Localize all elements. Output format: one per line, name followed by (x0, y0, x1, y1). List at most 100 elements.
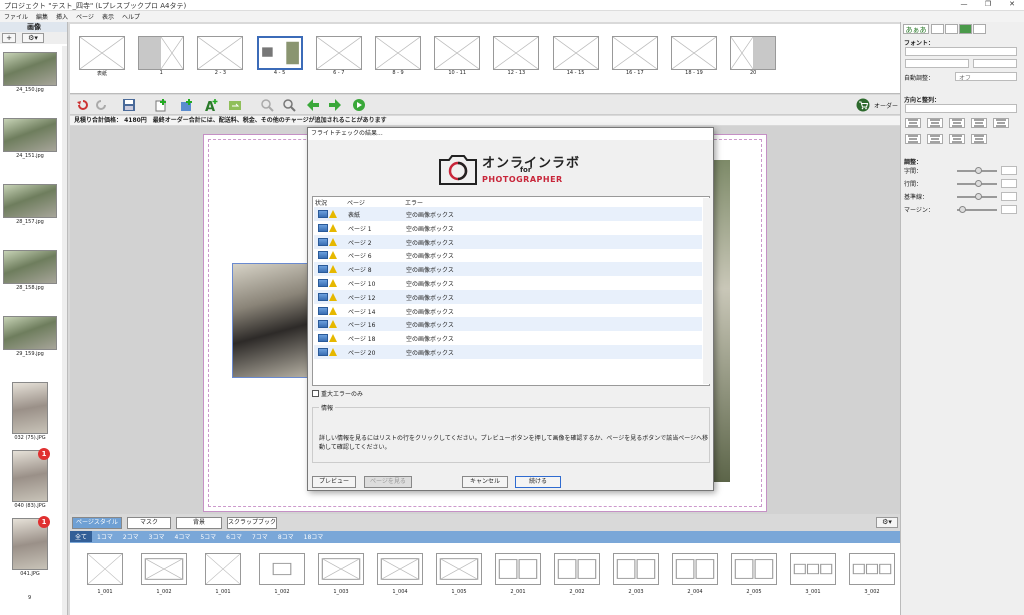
cancel-button[interactable]: キャンセル (462, 476, 508, 488)
frame-tab-1[interactable]: 1コマ (92, 531, 118, 542)
page-thumb-6[interactable] (434, 36, 481, 70)
layout-thumb-3[interactable] (259, 553, 305, 585)
page-thumb-1[interactable] (138, 36, 185, 70)
add-image-box-icon[interactable] (180, 98, 194, 112)
page-thumb-4[interactable] (315, 36, 362, 70)
page-thumb-0[interactable] (79, 36, 125, 70)
align-button-1-2[interactable] (949, 134, 965, 144)
align-button-1-1[interactable] (927, 134, 943, 144)
page-thumb-10[interactable] (671, 36, 717, 70)
error-row[interactable]: ページ 18 空の画像ボックス (314, 331, 702, 345)
cart-icon[interactable] (856, 98, 870, 112)
image-edit-icon[interactable] (945, 24, 958, 34)
style-tab-1[interactable]: マスク (127, 517, 171, 529)
add-page-icon[interactable] (154, 98, 168, 112)
frame-tab-8[interactable]: 8コマ (273, 531, 299, 542)
close-icon[interactable]: ✕ (1000, 0, 1024, 11)
col-page[interactable]: ページ (347, 198, 365, 207)
image-list-scrollbar[interactable] (62, 46, 67, 615)
error-row[interactable]: ページ 1 空の画像ボックス (314, 221, 702, 235)
menu-item-3[interactable]: ページ (72, 11, 98, 22)
layout-thumb-9[interactable] (613, 553, 659, 585)
frame-tab-0[interactable]: 全て (70, 531, 93, 542)
continue-button[interactable]: 続ける (515, 476, 561, 488)
page-thumb-9[interactable] (611, 36, 658, 70)
error-row[interactable]: 表紙 空の画像ボックス (314, 207, 702, 221)
error-row[interactable]: ページ 10 空の画像ボックス (314, 276, 702, 290)
layout-thumb-7[interactable] (495, 553, 541, 585)
error-list[interactable]: 状況 ページ エラー 表紙 空の画像ボックス ページ 1 空の画像ボックス ページ 2空… (312, 196, 710, 386)
frame-tab-7[interactable]: 7コマ (247, 531, 273, 542)
error-row[interactable]: ページ 6 空の画像ボックス (314, 248, 702, 262)
layout-thumb-4[interactable] (318, 553, 364, 585)
auto-adjust-select[interactable]: オフ (955, 72, 1017, 82)
left-photo-box[interactable] (232, 263, 310, 378)
maximize-icon[interactable]: ❐ (976, 0, 1000, 11)
style-tab-2[interactable]: 背景 (176, 517, 222, 529)
slider-knob[interactable] (959, 206, 966, 213)
layout-thumb-13[interactable] (849, 553, 895, 585)
layout-thumb-0[interactable] (87, 553, 123, 585)
frame-tab-5[interactable]: 5コマ (195, 531, 221, 542)
save-icon[interactable] (122, 98, 136, 112)
menu-item-4[interactable]: 表示 (98, 11, 118, 22)
menu-item-0[interactable]: ファイル (0, 11, 32, 22)
image-thumb[interactable]: 041.JPG 1 (3, 516, 57, 577)
error-row[interactable]: ページ 8 空の画像ボックス (314, 262, 702, 277)
major-errors-checkbox[interactable] (312, 390, 319, 397)
align-button-0-1[interactable] (927, 118, 943, 128)
frame-tab-6[interactable]: 6コマ (221, 531, 247, 542)
adjust-value-field[interactable] (1001, 192, 1017, 201)
adjust-value-field[interactable] (1001, 179, 1017, 188)
order-button[interactable]: オーダー (874, 101, 898, 110)
layout-thumb-8[interactable] (554, 553, 600, 585)
align-button-0-4[interactable] (993, 118, 1009, 128)
menu-item-5[interactable]: ヘルプ (118, 11, 144, 22)
frame-tab-2[interactable]: 2コマ (118, 531, 144, 542)
layout-thumb-1[interactable] (141, 553, 187, 585)
error-row[interactable]: ページ 20 空の画像ボックス (314, 345, 702, 359)
page-thumb-8[interactable] (552, 36, 599, 70)
image-thumb[interactable]: 24_150.jpg (3, 52, 57, 93)
error-row[interactable]: ページ 14 空の画像ボックス (314, 304, 702, 318)
minimize-icon[interactable]: — (952, 0, 976, 11)
image-thumb[interactable]: 24_151.jpg (3, 118, 57, 159)
redo-icon[interactable] (94, 98, 108, 112)
font-size-select[interactable] (905, 59, 969, 68)
arrow-left-icon[interactable] (306, 98, 320, 112)
arrow-right-icon[interactable] (328, 98, 342, 112)
layout-thumb-6[interactable] (436, 553, 482, 585)
direction-select[interactable] (905, 104, 1017, 113)
layout-thumb-12[interactable] (790, 553, 836, 585)
layout-thumb-5[interactable] (377, 553, 423, 585)
frame-tab-4[interactable]: 4コマ (170, 531, 196, 542)
slider-knob[interactable] (975, 193, 982, 200)
style-tab-3[interactable]: スクラップブック (227, 517, 277, 529)
menu-item-2[interactable]: 挿入 (52, 11, 72, 22)
font-select[interactable] (905, 47, 1017, 56)
page-thumb-5[interactable] (375, 36, 421, 70)
page-thumb-11[interactable] (730, 36, 777, 70)
layout-thumb-10[interactable] (672, 553, 718, 585)
image-thumb[interactable]: 29_159.jpg (3, 316, 57, 357)
image-thumb[interactable]: 28_157.jpg (3, 184, 57, 225)
image-thumb[interactable]: 040 (83).JPG 1 (3, 448, 57, 509)
page-thumb-3[interactable] (256, 36, 303, 70)
slider-knob[interactable] (975, 180, 982, 187)
zoom-out-icon[interactable] (260, 98, 274, 112)
adjust-value-field[interactable] (1001, 205, 1017, 214)
error-row[interactable]: ページ 2 空の画像ボックス (314, 234, 702, 249)
text-color-icon[interactable] (931, 24, 944, 34)
undo-icon[interactable] (76, 98, 90, 112)
error-row[interactable]: ページ 16 空の画像ボックス (314, 317, 702, 332)
text-style-button[interactable]: あぁあ (903, 24, 929, 34)
align-button-1-0[interactable] (905, 134, 921, 144)
frame-tab-3[interactable]: 3コマ (144, 531, 170, 542)
align-button-1-3[interactable] (971, 134, 987, 144)
align-button-0-2[interactable] (949, 118, 965, 128)
align-button-0-0[interactable] (905, 118, 921, 128)
image-settings-button[interactable]: ⚙▾ (22, 33, 44, 43)
layout-settings-button[interactable]: ⚙▾ (876, 517, 898, 528)
menu-item-1[interactable]: 編集 (32, 11, 52, 22)
frame-tab-9[interactable]: 18コマ (299, 531, 329, 542)
